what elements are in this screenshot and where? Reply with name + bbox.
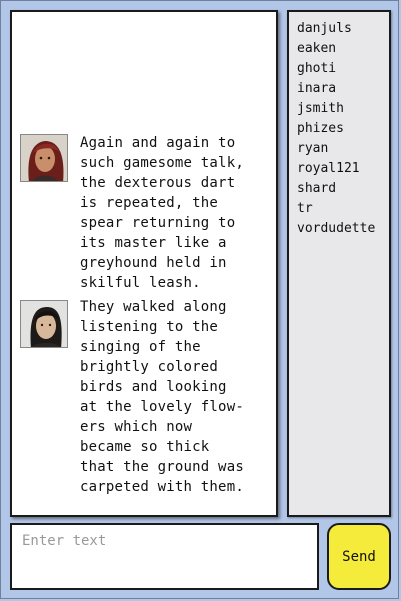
man-portrait-avatar xyxy=(21,301,67,347)
user-list-item[interactable]: tr xyxy=(297,199,389,219)
user-list-item[interactable]: jsmith xyxy=(297,99,389,119)
user-list-item[interactable]: shard xyxy=(297,179,389,199)
user-avatar xyxy=(20,300,68,348)
send-button[interactable]: Send xyxy=(327,523,391,590)
user-list-item[interactable]: danjuls xyxy=(297,19,389,39)
message-text: Again and again to such gamesome talk, t… xyxy=(80,135,244,291)
user-list-item[interactable]: royal121 xyxy=(297,159,389,179)
user-list[interactable]: danjuls eaken ghoti inara jsmith phizes … xyxy=(287,10,391,517)
user-avatar xyxy=(20,134,68,182)
woman-portrait-avatar xyxy=(21,135,67,181)
user-list-item[interactable]: eaken xyxy=(297,39,389,59)
message-text: They walked along listening to the singi… xyxy=(80,299,244,495)
chat-log[interactable]: Again and again to such gamesome talk, t… xyxy=(10,10,278,517)
user-list-item[interactable]: ryan xyxy=(297,139,389,159)
user-list-item[interactable]: phizes xyxy=(297,119,389,139)
user-list-item[interactable]: ghoti xyxy=(297,59,389,79)
user-list-item[interactable]: inara xyxy=(297,79,389,99)
user-list-item[interactable]: vordudette xyxy=(297,219,389,239)
message-input[interactable] xyxy=(10,523,319,590)
